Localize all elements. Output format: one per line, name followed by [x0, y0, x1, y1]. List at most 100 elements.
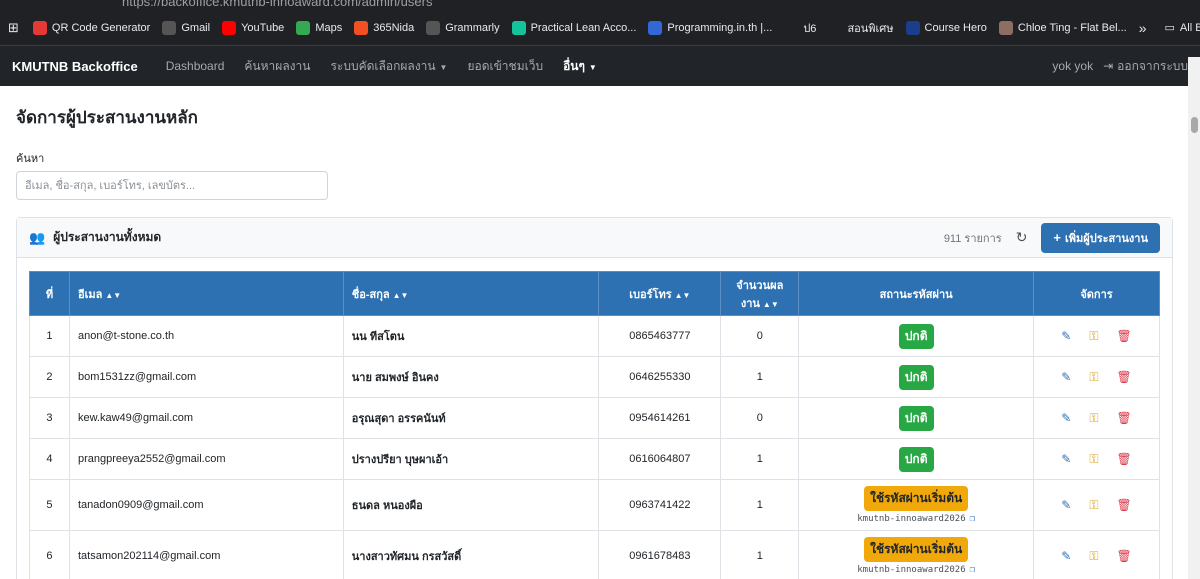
key-icon[interactable]: ⚿ — [1089, 329, 1098, 344]
trash-icon[interactable]: 🗑 — [1117, 329, 1132, 344]
cell-phone: 0954614261 — [598, 397, 722, 439]
trash-icon[interactable]: 🗑 — [1117, 452, 1132, 467]
scroll-thumb[interactable] — [1191, 117, 1198, 133]
all-bookmarks[interactable]: ▭ All Bookmarks — [1164, 21, 1200, 35]
cell-email: bom1531zz@gmail.com — [68, 356, 344, 398]
bookmark-favicon-icon — [354, 20, 369, 35]
cell-no: 5 — [29, 479, 70, 531]
user-name: yok yok — [1052, 59, 1094, 73]
bookmark-favicon-icon — [828, 20, 843, 35]
nav-search-works[interactable]: ค้นหาผลงาน — [244, 57, 310, 76]
copy-icon[interactable]: ❐ — [970, 514, 975, 524]
bookmark-favicon-icon — [511, 20, 526, 35]
bookmark-item[interactable]: Chloe Ting - Flat Bel... — [998, 20, 1127, 35]
apps-icon[interactable]: ⊞ — [8, 20, 19, 36]
cell-password-status: ใช้รหัสผ่านเริ่มต้น kmutnb-innoaward2026 ❐ — [798, 479, 1035, 531]
cell-no: 1 — [29, 315, 70, 357]
brand-logo[interactable]: KMUTNB Backoffice — [12, 59, 138, 74]
add-coordinator-button[interactable]: + เพิ่มผู้ประสานงาน — [1041, 222, 1160, 253]
cell-actions: ✎ ⚿ 🗑 — [1033, 530, 1160, 579]
bookmarks-overflow-icon[interactable]: » — [1139, 20, 1147, 36]
nav-web-visits[interactable]: ยอดเข้าชมเว็บ — [467, 57, 543, 76]
search-input[interactable] — [16, 171, 328, 200]
nav-selection-system[interactable]: ระบบคัดเลือกผลงาน ▼ — [330, 57, 447, 76]
col-password-status: สถานะรหัสผ่าน — [798, 271, 1035, 316]
bookmark-item[interactable]: ป6 — [784, 19, 816, 37]
page-title: จัดการผู้ประสานงานหลัก — [16, 108, 198, 127]
cell-no: 2 — [29, 356, 70, 398]
col-phone[interactable]: เบอร์โทร ▲▼ — [598, 271, 722, 316]
edit-icon[interactable]: ✎ — [1061, 370, 1071, 385]
col-name[interactable]: ชื่อ-สกุล ▲▼ — [342, 271, 600, 316]
bookmark-favicon-icon — [426, 20, 441, 35]
bookmark-item[interactable]: Grammarly — [426, 20, 500, 35]
app-navbar: KMUTNB Backoffice Dashboard ค้นหาผลงาน ร… — [0, 46, 1200, 86]
trash-icon[interactable]: 🗑 — [1117, 370, 1132, 385]
key-icon[interactable]: ⚿ — [1089, 452, 1098, 467]
logout-icon: ⇥ — [1103, 59, 1114, 73]
cell-works: 0 — [720, 315, 800, 357]
key-icon[interactable]: ⚿ — [1089, 498, 1098, 513]
address-bar[interactable]: https://backoffice.kmutnb-innoaward.com/… — [122, 0, 432, 9]
bookmark-favicon-icon — [32, 20, 47, 35]
edit-icon[interactable]: ✎ — [1061, 549, 1071, 564]
copy-icon[interactable]: ❐ — [970, 565, 975, 575]
main-content: จัดการผู้ประสานงานหลัก ค้นหา 👥 ผู้ประสาน… — [0, 86, 1200, 579]
bookmark-item[interactable]: Gmail — [162, 20, 210, 35]
edit-icon[interactable]: ✎ — [1061, 411, 1071, 426]
nav-more[interactable]: อื่นๆ ▼ — [563, 57, 597, 76]
key-icon[interactable]: ⚿ — [1089, 549, 1098, 564]
table-row: 1 anon@t-stone.co.th นน ทีสโตน 0865463777 0 ป… — [29, 315, 1160, 357]
col-email[interactable]: อีเมล ▲▼ — [68, 271, 344, 316]
cell-password-status: ปกติ — [798, 397, 1035, 439]
cell-name: ปรางปรียา บุษผาเอ้า — [342, 438, 600, 480]
bookmark-item[interactable]: Course Hero — [905, 20, 987, 35]
bookmark-item[interactable]: Programming.in.th |... — [648, 20, 772, 35]
col-actions: จัดการ — [1033, 271, 1160, 316]
nav-dashboard[interactable]: Dashboard — [166, 59, 225, 73]
cell-works: 1 — [720, 356, 800, 398]
page-scrollbar[interactable] — [1188, 57, 1200, 579]
edit-icon[interactable]: ✎ — [1061, 329, 1071, 344]
bookmark-item[interactable]: Practical Lean Acco... — [511, 20, 636, 35]
cell-email: tatsamon202114@gmail.com — [68, 530, 344, 579]
bookmark-item[interactable]: YouTube — [222, 20, 284, 35]
logout-button[interactable]: ⇥ ออกจากระบบ — [1103, 57, 1188, 76]
cell-password-status: ใช้รหัสผ่านเริ่มต้น kmutnb-innoaward2026 ❐ — [798, 530, 1035, 579]
trash-icon[interactable]: 🗑 — [1117, 411, 1132, 426]
users-icon: 👥 — [29, 229, 46, 245]
cell-works: 1 — [720, 530, 800, 579]
bookmark-item[interactable]: สอนพิเศษ — [828, 19, 894, 37]
key-icon[interactable]: ⚿ — [1089, 370, 1098, 385]
folder-icon: ▭ — [1164, 22, 1175, 34]
bookmark-item[interactable]: 365Nida — [354, 20, 414, 35]
bookmarks-bar: ⊞ QR Code Generator Gmail YouTube Maps 365Ni… — [0, 10, 1200, 46]
edit-icon[interactable]: ✎ — [1061, 452, 1071, 467]
bookmark-item[interactable]: Maps — [296, 20, 342, 35]
cell-actions: ✎ ⚿ 🗑 — [1033, 438, 1160, 480]
record-count: 911 รายการ — [943, 232, 1002, 245]
cell-password-status: ปกติ — [798, 315, 1035, 357]
refresh-icon[interactable]: ↻ — [1016, 229, 1028, 246]
cell-no: 4 — [29, 438, 70, 480]
default-password: kmutnb-innoaward2026 ❐ — [857, 514, 976, 524]
bookmark-favicon-icon — [162, 20, 177, 35]
cell-email: kew.kaw49@gmail.com — [68, 397, 344, 439]
cell-name: นาย สมพงษ์ อินคง — [342, 356, 600, 398]
key-icon[interactable]: ⚿ — [1089, 411, 1098, 426]
cell-no: 3 — [29, 397, 70, 439]
edit-icon[interactable]: ✎ — [1061, 498, 1071, 513]
sort-icon: ▲▼ — [392, 290, 409, 300]
trash-icon[interactable]: 🗑 — [1117, 549, 1132, 564]
bookmark-item[interactable]: QR Code Generator — [32, 20, 150, 35]
card-header: 👥 ผู้ประสานงานทั้งหมด 911 รายการ ↻ + เพิ… — [17, 218, 1172, 258]
password-status-badge: ปกติ — [898, 323, 934, 349]
browser-titlebar: https://backoffice.kmutnb-innoaward.com/… — [0, 0, 1200, 10]
cell-name: อรุณสุดา อรรคนันท์ — [342, 397, 600, 439]
bookmark-favicon-icon — [784, 20, 799, 35]
table-row: 2 bom1531zz@gmail.com นาย สมพงษ์ อินคง 0646… — [29, 356, 1160, 398]
table-row: 3 kew.kaw49@gmail.com อรุณสุดา อรรคนันท์ 09… — [29, 397, 1160, 439]
col-works[interactable]: จำนวนผลงาน ▲▼ — [720, 271, 800, 316]
cell-works: 0 — [720, 397, 800, 439]
trash-icon[interactable]: 🗑 — [1117, 498, 1132, 513]
